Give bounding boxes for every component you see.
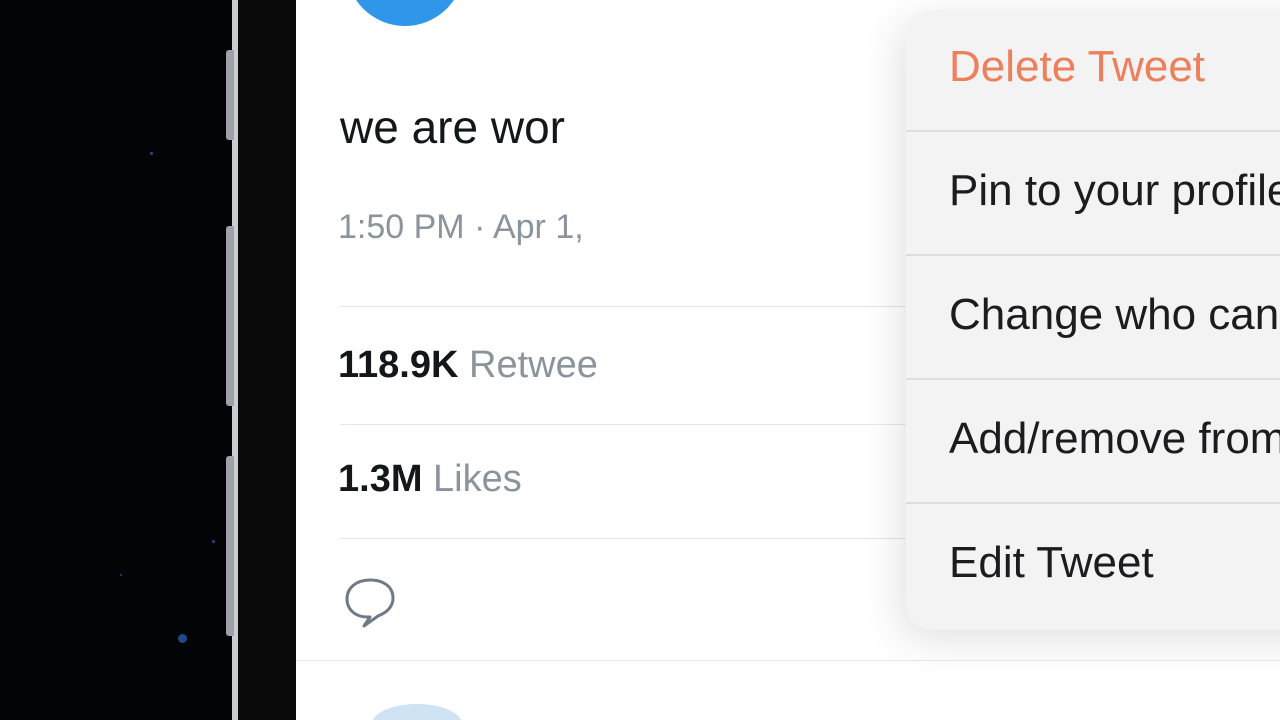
next-tweet-avatar[interactable]	[372, 704, 462, 720]
menu-item-label: Edit Tweet	[949, 538, 1154, 587]
backdrop-dot	[120, 574, 122, 576]
phone-screen: we are wor 1:50 PM · Apr 1, 118.9K Retwe…	[296, 0, 1280, 720]
likes-label: Likes	[433, 458, 522, 500]
menu-item-label: Delete Tweet	[949, 42, 1206, 91]
backdrop-dot	[150, 152, 153, 155]
phone-side-button	[226, 226, 234, 406]
menu-item-pin-to-profile[interactable]: Pin to your profile	[906, 134, 1280, 256]
menu-item-change-who-can-reply[interactable]: Change who can reply	[906, 258, 1280, 380]
menu-item-add-remove-lists[interactable]: Add/remove from Lists	[906, 382, 1280, 504]
menu-item-label: Add/remove from Lists	[949, 414, 1280, 463]
menu-item-label: Change who can reply	[949, 290, 1280, 339]
retweets-count: 118.9K	[338, 344, 459, 386]
screenshot: we are wor 1:50 PM · Apr 1, 118.9K Retwe…	[0, 0, 1280, 720]
phone-side-button	[226, 456, 234, 636]
tweet-text: we are wor	[340, 101, 565, 153]
backdrop-dot	[212, 540, 215, 543]
menu-item-label: Pin to your profile	[949, 166, 1280, 215]
divider	[296, 660, 1280, 661]
likes-stat[interactable]: 1.3M Likes	[338, 458, 522, 501]
tweet-timestamp: 1:50 PM · Apr 1,	[338, 208, 584, 246]
retweets-stat[interactable]: 118.9K Retwee	[338, 344, 598, 387]
tweet-options-menu: Delete Tweet Pin to your profile Change …	[906, 10, 1280, 630]
author-avatar[interactable]	[346, 0, 464, 26]
likes-count: 1.3M	[338, 458, 423, 500]
backdrop-dot	[178, 634, 187, 643]
retweets-label: Retwee	[469, 344, 598, 386]
reply-icon[interactable]	[342, 574, 398, 630]
menu-item-edit-tweet[interactable]: Edit Tweet	[906, 506, 1280, 628]
phone-side-button	[226, 50, 234, 140]
menu-item-delete-tweet[interactable]: Delete Tweet	[906, 10, 1280, 132]
